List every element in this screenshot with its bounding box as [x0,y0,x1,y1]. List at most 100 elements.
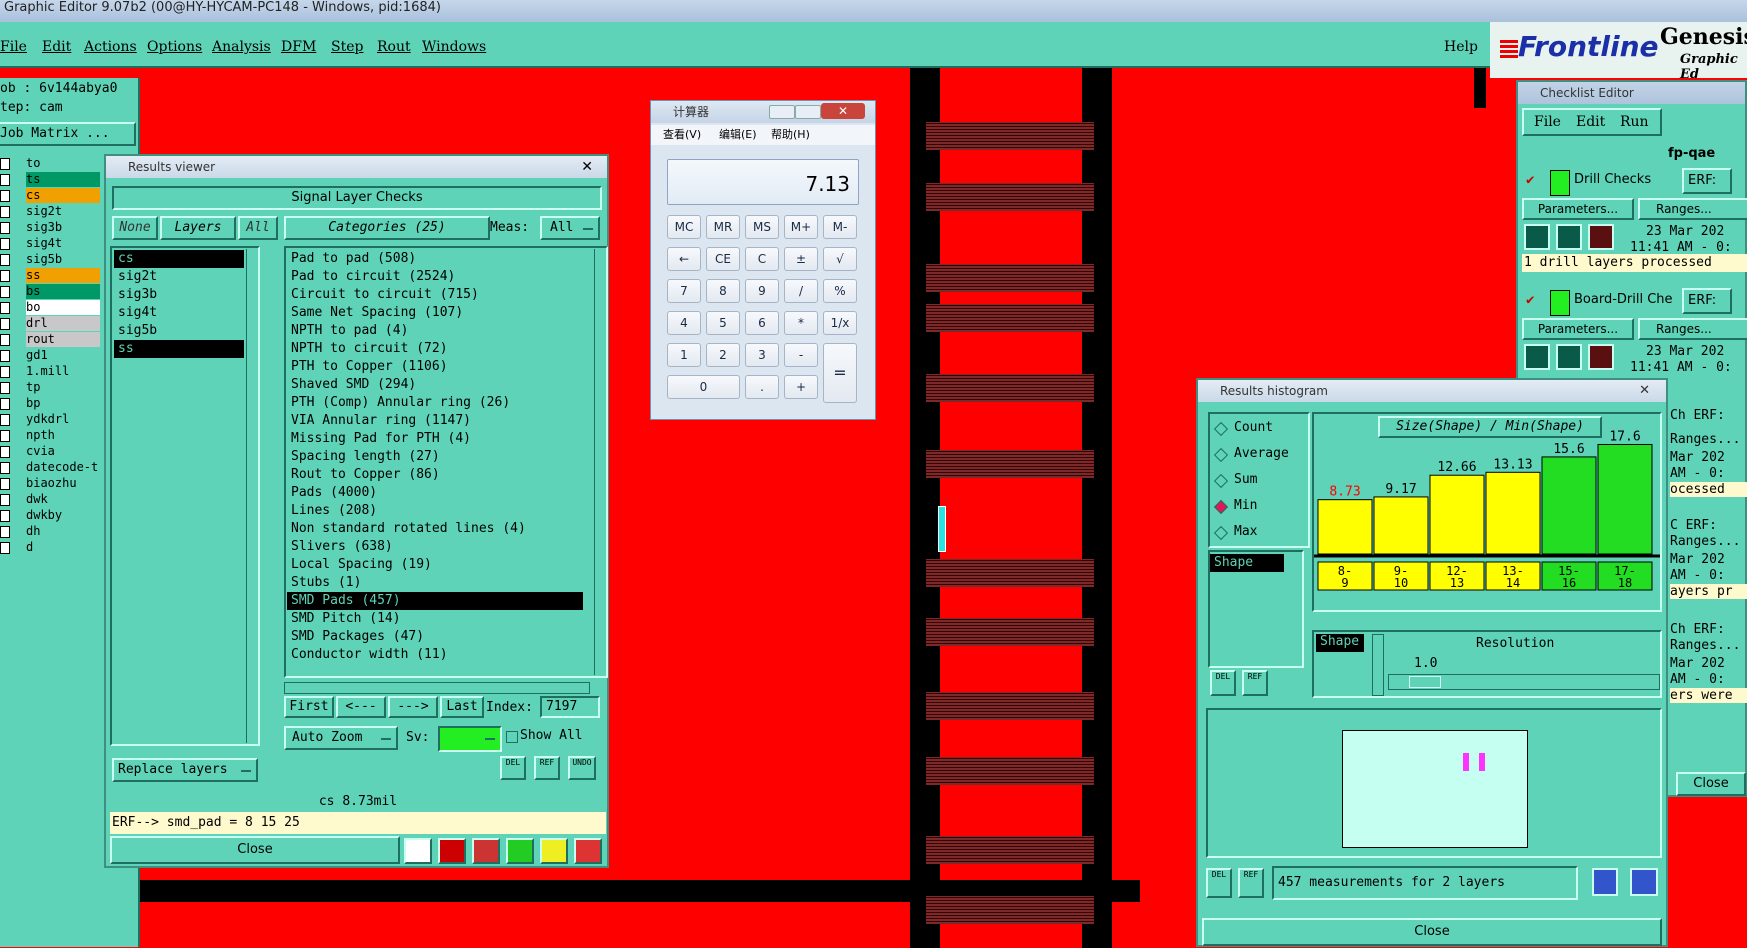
calc-key[interactable]: MC [667,215,701,239]
report-icon[interactable] [540,838,568,864]
layer-select-list[interactable]: cs sig2t sig3b sig4t sig5b ss [110,246,260,746]
layer-checkbox[interactable] [0,430,10,442]
calc-key[interactable]: 1/x [823,311,857,335]
layer-checkbox[interactable] [0,318,10,330]
menu-step[interactable]: Step [331,39,363,55]
category-list-item[interactable]: NPTH to circuit (72) [287,340,583,358]
del-button[interactable]: DEL [500,756,526,780]
layer-row[interactable]: sig5b [0,252,102,267]
all-button[interactable]: All [238,216,278,240]
categories-list[interactable]: Pad to pad (508) Pad to circuit (2524) Cir… [284,246,608,678]
layer-row[interactable]: gd1 [0,348,102,363]
layer-checkbox[interactable] [0,526,10,538]
layer-row[interactable]: npth [0,428,102,443]
export-icon[interactable] [1592,868,1618,896]
layer-row[interactable]: dh [0,524,102,539]
layer-row[interactable]: drl [0,316,102,331]
show-icon[interactable] [1556,224,1582,250]
histogram-bar[interactable] [1373,496,1429,555]
calc-key[interactable]: . [745,375,779,399]
show-icon[interactable] [1556,344,1582,370]
checklist-close-button[interactable]: Close [1676,772,1746,796]
layer-row[interactable]: ss [0,268,102,283]
scrollbar[interactable] [1372,634,1384,696]
ranges-button[interactable]: Ranges... [1638,198,1747,220]
category-list-item[interactable]: Local Spacing (19) [287,556,583,574]
calc-key[interactable]: M- [823,215,857,239]
layer-row[interactable]: tp [0,380,102,395]
layer-row[interactable]: rout [0,332,102,347]
slider-handle[interactable] [1409,676,1441,688]
calc-key[interactable]: 6 [745,311,779,335]
layer-checkbox[interactable] [0,334,10,346]
layer-row[interactable]: cvia [0,444,102,459]
calc-key[interactable]: 4 [667,311,701,335]
category-list-item[interactable]: Pad to pad (508) [287,250,583,268]
menu-options[interactable]: Options [147,39,202,55]
layer-row[interactable]: to [0,156,102,171]
calc-key[interactable]: 2 [706,343,740,367]
zoom-fit-icon[interactable] [1630,868,1658,896]
shape-list-item[interactable]: Shape [1210,554,1284,572]
calc-menu-edit[interactable]: 编辑(E) [719,125,757,145]
calc-key[interactable]: CE [706,247,740,271]
calc-key[interactable]: 0 [667,375,740,399]
layer-list-item[interactable]: sig5b [114,322,244,340]
category-list-item[interactable]: Same Net Spacing (107) [287,304,583,322]
calc-key[interactable]: * [784,311,818,335]
checklist-menu-edit[interactable]: Edit [1576,114,1605,130]
menu-windows[interactable]: Windows [422,39,486,55]
calc-key[interactable]: C [745,247,779,271]
calc-key[interactable]: ± [784,247,818,271]
close-icon[interactable]: ✕ [1639,380,1650,402]
calc-key[interactable]: √ [823,247,857,271]
sv-color-select[interactable] [438,726,502,752]
histogram-bar[interactable] [1429,474,1485,555]
layer-checkbox[interactable] [0,510,10,522]
clear-icon[interactable] [1588,224,1614,250]
run-icon[interactable] [1524,344,1550,370]
category-list-item[interactable]: PTH (Comp) Annular ring (26) [287,394,583,412]
layer-checkbox[interactable] [0,238,10,250]
next-button[interactable]: ---> [388,696,438,718]
close-button[interactable]: Close [110,836,400,864]
resolution-slider[interactable] [1388,674,1660,690]
replace-layers-select[interactable]: Replace layers [112,758,258,782]
horizontal-scrollbar[interactable] [284,682,590,694]
layer-checkbox[interactable] [0,446,10,458]
layer-list-item[interactable]: sig3b [114,286,244,304]
category-list-item[interactable]: Shaved SMD (294) [287,376,583,394]
layer-list-item[interactable]: sig2t [114,268,244,286]
category-list-item[interactable]: Pad to circuit (2524) [287,268,583,286]
layer-row[interactable]: ts [0,172,102,187]
layer-row[interactable]: d [0,540,102,555]
histogram-bar[interactable] [1541,456,1597,555]
layer-checkbox[interactable] [0,414,10,426]
layer-checkbox[interactable] [0,222,10,234]
layers-button[interactable]: Layers [160,216,236,240]
layer-row[interactable]: datecode-t [0,460,102,475]
index-input[interactable]: 7197 [540,696,600,718]
category-list-item[interactable]: Missing Pad for PTH (4) [287,430,583,448]
menu-edit[interactable]: Edit [42,39,71,55]
layer-checkbox[interactable] [0,366,10,378]
layer-row[interactable]: 1.mill [0,364,102,379]
histogram-close-button[interactable]: Close [1202,918,1662,946]
category-list-item[interactable]: Spacing length (27) [287,448,583,466]
job-matrix-button[interactable]: Job Matrix ... [0,122,136,146]
hist-bottom-del-button[interactable]: DEL [1206,868,1232,898]
layer-list-item[interactable]: cs [114,250,244,268]
layer-checkbox[interactable] [0,478,10,490]
first-button[interactable]: First [284,696,334,718]
layer-list-item[interactable]: ss [114,340,244,358]
calc-key[interactable]: M+ [784,215,818,239]
category-list-item[interactable]: Lines (208) [287,502,583,520]
close-icon[interactable]: ✕ [581,156,593,178]
calc-key[interactable]: % [823,279,857,303]
calc-key[interactable]: 3 [745,343,779,367]
menu-rout[interactable]: Rout [377,39,411,55]
checklist-menu-file[interactable]: File [1534,114,1561,130]
layer-row[interactable]: bs [0,284,102,299]
calc-key[interactable]: 5 [706,311,740,335]
category-list-item[interactable]: SMD Pads (457) [287,592,583,610]
